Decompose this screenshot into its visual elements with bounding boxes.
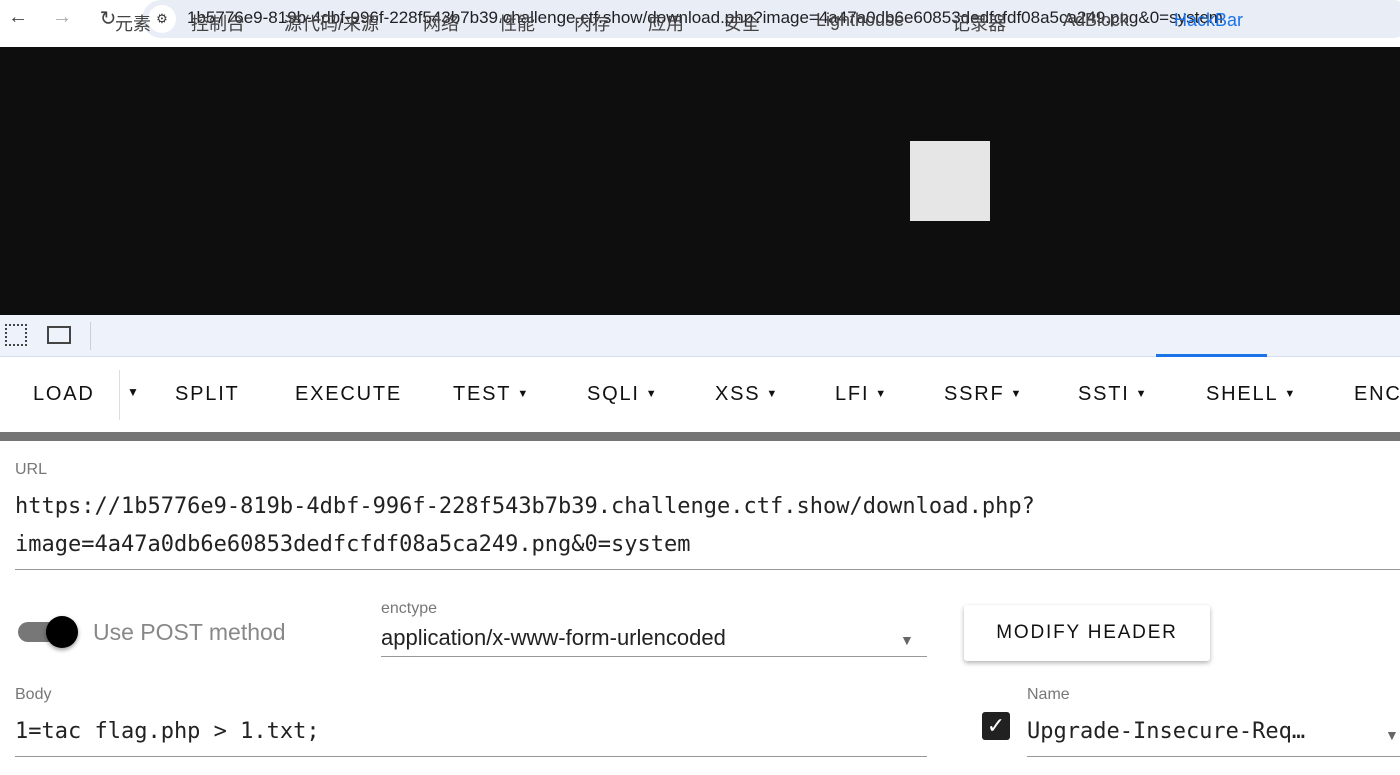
enctype-select[interactable]: application/x-www-form-urlencoded: [381, 625, 726, 651]
ssrf-menu[interactable]: SSRF ▼: [944, 383, 1021, 406]
shell-menu[interactable]: SHELL ▼: [1206, 383, 1295, 406]
enctype-label: enctype: [381, 600, 438, 617]
lfi-menu[interactable]: LFI ▼: [835, 383, 886, 406]
body-label: Body: [15, 686, 52, 703]
split-button[interactable]: SPLIT: [175, 383, 240, 406]
header-name-underline: [1027, 756, 1400, 757]
test-label: TEST: [453, 383, 512, 405]
tab-performance[interactable]: 性能: [499, 10, 535, 36]
tab-hackbar[interactable]: HackBar: [1174, 10, 1243, 31]
tab-sources[interactable]: 源代码/来源: [284, 10, 379, 36]
url-label: URL: [15, 461, 48, 478]
ssti-label: SSTI: [1078, 383, 1130, 405]
chevron-down-icon: ▼: [766, 388, 778, 400]
ssti-menu[interactable]: SSTI ▼: [1078, 383, 1147, 406]
load-menu-caret-icon[interactable]: ▼: [127, 385, 141, 399]
shell-label: SHELL: [1206, 383, 1279, 405]
site-info-icon[interactable]: ⚙: [148, 5, 176, 33]
header-enabled-checkbox[interactable]: ✓: [982, 712, 1010, 740]
page-viewport: [0, 47, 1400, 315]
tab-network[interactable]: 网络: [423, 10, 459, 36]
tab-security[interactable]: 安全: [724, 10, 760, 36]
chevron-down-icon[interactable]: ▼: [1385, 727, 1399, 743]
broken-image: [910, 141, 990, 221]
devtools-tabbar: [0, 315, 1400, 357]
sqli-label: SQLI: [587, 383, 640, 405]
load-button[interactable]: LOAD: [33, 383, 95, 406]
chevron-down-icon: ▼: [875, 388, 887, 400]
post-method-label: Use POST method: [93, 619, 286, 645]
modify-header-button[interactable]: MODIFY HEADER: [964, 605, 1210, 661]
tab-console[interactable]: 控制台: [191, 10, 245, 36]
toolbar-divider: [0, 432, 1400, 441]
url-underline: [15, 569, 1400, 570]
url-input-line2[interactable]: image=4a47a0db6e60853dedfcfdf08a5ca249.p…: [15, 532, 691, 557]
tab-adblock[interactable]: AdBlock: [1063, 10, 1129, 31]
chevron-down-icon: ▼: [517, 388, 529, 400]
enctype-underline: [381, 656, 927, 657]
execute-button[interactable]: EXECUTE: [295, 383, 402, 406]
post-toggle[interactable]: [46, 616, 78, 648]
chevron-down-icon: ▼: [645, 388, 657, 400]
url-input-line1[interactable]: https://1b5776e9-819b-4dbf-996f-228f543b…: [15, 494, 1035, 519]
device-toolbar-icon[interactable]: [47, 326, 71, 344]
xss-label: XSS: [715, 383, 761, 405]
back-icon[interactable]: ←: [6, 6, 30, 29]
tab-recorder[interactable]: 记录器: [952, 10, 1006, 36]
tab-elements[interactable]: 元素: [115, 10, 151, 36]
chevron-down-icon[interactable]: ▼: [900, 632, 914, 648]
header-name-label: Name: [1027, 686, 1070, 703]
lfi-label: LFI: [835, 383, 870, 405]
chevron-down-icon: ▼: [1284, 388, 1296, 400]
tab-memory[interactable]: 内存: [574, 10, 610, 36]
body-underline: [15, 756, 927, 757]
divider: [119, 370, 120, 420]
header-name-select[interactable]: Upgrade-Insecure-Req…: [1027, 719, 1305, 744]
tab-lighthouse[interactable]: Lighthouse: [816, 10, 904, 31]
divider: [90, 322, 91, 350]
ssrf-label: SSRF: [944, 383, 1005, 405]
enc-menu[interactable]: ENC: [1354, 383, 1400, 406]
body-input[interactable]: 1=tac flag.php > 1.txt;: [15, 719, 320, 744]
chevron-down-icon: ▼: [1010, 388, 1022, 400]
xss-menu[interactable]: XSS ▼: [715, 383, 777, 406]
sqli-menu[interactable]: SQLI ▼: [587, 383, 657, 406]
test-menu[interactable]: TEST ▼: [453, 383, 528, 406]
chevron-down-icon: ▼: [1135, 388, 1147, 400]
tab-application[interactable]: 应用: [648, 10, 684, 36]
forward-icon[interactable]: →: [50, 6, 74, 29]
inspect-element-icon[interactable]: [5, 324, 27, 346]
